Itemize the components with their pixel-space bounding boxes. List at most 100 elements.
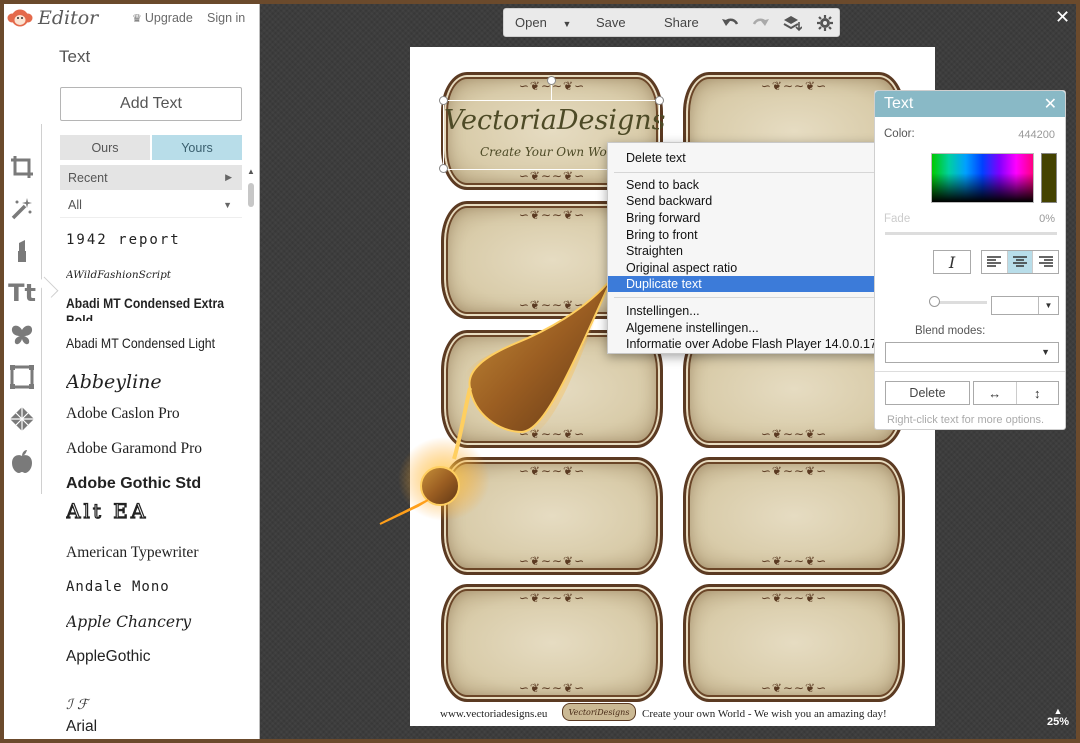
font-item[interactable]: Apple Chancery: [66, 613, 191, 631]
font-item[interactable]: Abadi MT Condensed Extra Bold: [66, 295, 224, 321]
crop-icon: [11, 156, 33, 178]
text-tool[interactable]: Tt: [7, 278, 37, 308]
font-source-tabs: Ours Yours: [60, 135, 242, 160]
undo-icon[interactable]: [720, 14, 740, 32]
layers-icon[interactable]: [782, 14, 802, 32]
rotate-handle[interactable]: [547, 76, 556, 85]
fade-label: Fade: [884, 213, 911, 225]
font-item[interactable]: American Typewriter: [66, 544, 198, 562]
zoom-control[interactable]: ▲ 25%: [1042, 706, 1074, 728]
frame-tool[interactable]: [7, 362, 37, 392]
ornament-icon: ∽❦∼∼❦∽: [760, 464, 828, 478]
logo-text[interactable]: Editor: [38, 7, 98, 29]
font-item[interactable]: Abadi MT Condensed Light: [66, 335, 215, 351]
font-item[interactable]: Arial: [66, 718, 97, 736]
recent-dropdown[interactable]: Recent ▶: [60, 165, 242, 190]
theme-tool[interactable]: [7, 446, 37, 476]
magic-tool[interactable]: [7, 194, 37, 224]
font-filter-select[interactable]: All ▼: [60, 193, 242, 218]
ornament-icon: ∽❦∼∼❦∽: [760, 681, 828, 695]
font-item[interactable]: Andale Mono: [66, 579, 170, 595]
monkey-logo-icon[interactable]: [7, 8, 33, 28]
frame-icon: [10, 365, 34, 389]
upgrade-link[interactable]: ♛ Upgrade: [132, 11, 193, 25]
apple-icon: [12, 450, 32, 473]
font-list-scrollbar[interactable]: ▲: [247, 167, 256, 737]
caret-down-icon: ▼: [562, 19, 572, 29]
overlay-tool[interactable]: [7, 320, 37, 350]
align-right-button[interactable]: [1033, 251, 1059, 273]
resize-handle[interactable]: [655, 96, 664, 105]
font-item[interactable]: Alt EA: [66, 498, 148, 523]
font-list: 1942 report AWildFashionScript Abadi MT …: [66, 224, 244, 739]
panel-header[interactable]: Text ✕: [875, 91, 1065, 117]
footer-tagline: Create your own World - We wish you an a…: [642, 708, 887, 720]
label-card[interactable]: ∽❦∼∼❦∽ ∽❦∼∼❦∽: [683, 584, 905, 702]
footer-url: www.vectoriadesigns.eu: [440, 708, 548, 720]
text-icon: Tt: [8, 279, 36, 307]
color-picker[interactable]: [931, 153, 1034, 203]
top-bar: Editor ♛ Upgrade Sign in: [4, 4, 260, 32]
sign-in-link[interactable]: Sign in: [207, 11, 245, 25]
tab-yours[interactable]: Yours: [152, 135, 242, 160]
texture-tool[interactable]: [7, 404, 37, 434]
close-icon[interactable]: ✕: [1044, 94, 1057, 114]
flip-horizontal-icon: ↔: [988, 385, 1002, 401]
text-properties-panel: Text ✕ Color: 444200 Fade 0% I ▼ Blend m…: [874, 90, 1066, 430]
resize-handle[interactable]: [439, 164, 448, 173]
color-label: Color:: [884, 128, 915, 140]
ornament-icon: ∽❦∼∼❦∽: [760, 427, 828, 441]
texture-icon: [10, 407, 34, 431]
crown-icon: ♛: [132, 13, 142, 25]
butterfly-icon: [11, 325, 33, 345]
font-item[interactable]: Abbeyline: [66, 371, 162, 393]
blend-mode-select[interactable]: ▼: [885, 342, 1059, 363]
flip-horizontal-button[interactable]: ↔: [974, 382, 1017, 404]
upgrade-label: Upgrade: [144, 11, 193, 25]
resize-handle[interactable]: [439, 96, 448, 105]
chevron-right-icon: ▶: [225, 172, 232, 182]
crop-tool[interactable]: [7, 152, 37, 182]
font-item[interactable]: AWildFashionScript: [66, 269, 171, 281]
add-text-button[interactable]: Add Text: [60, 87, 242, 121]
italic-button[interactable]: I: [933, 250, 971, 274]
flip-vertical-button[interactable]: ↕: [1017, 382, 1059, 404]
alignment-group: [981, 250, 1059, 274]
ornament-icon: ∽❦∼∼❦∽: [760, 591, 828, 605]
editor-app: Editor ♛ Upgrade Sign in Tt Text Add Tex…: [4, 4, 1076, 739]
label-card[interactable]: ∽❦∼∼❦∽ ∽❦∼∼❦∽: [441, 584, 663, 702]
share-button[interactable]: Share: [664, 15, 699, 30]
font-item[interactable]: AppleGothic: [66, 648, 150, 666]
align-left-button[interactable]: [982, 251, 1008, 273]
delete-text-button[interactable]: Delete: [885, 381, 970, 405]
font-item[interactable]: 1942 report: [66, 232, 181, 248]
scroll-thumb[interactable]: [248, 183, 254, 207]
tab-ours[interactable]: Ours: [60, 135, 150, 160]
font-item[interactable]: Adobe Gothic Std: [66, 475, 201, 493]
label-card[interactable]: ∽❦∼∼❦∽ ∽❦∼∼❦∽: [683, 457, 905, 575]
font-item-partial: ℐ ℱ: [66, 697, 89, 713]
save-button[interactable]: Save: [596, 15, 626, 30]
panel-divider: [875, 371, 1065, 372]
scroll-up-icon[interactable]: ▲: [247, 167, 255, 176]
gear-icon[interactable]: [815, 14, 835, 32]
font-item[interactable]: Adobe Caslon Pro: [66, 405, 180, 423]
redo-icon[interactable]: [751, 14, 771, 32]
touch-up-tool[interactable]: [7, 236, 37, 266]
size-select[interactable]: ▼: [991, 296, 1059, 315]
align-center-button[interactable]: [1007, 251, 1034, 273]
align-left-icon: [987, 256, 1002, 267]
fade-value: 0%: [1039, 213, 1055, 225]
color-hex-value[interactable]: 444200: [1018, 129, 1055, 141]
size-slider-knob[interactable]: [929, 296, 940, 307]
fade-slider[interactable]: [885, 232, 1057, 235]
top-toolbar: Open ▼ Save Share: [503, 8, 840, 37]
decorative-arrow-icon: [379, 277, 613, 525]
open-button[interactable]: Open ▼: [515, 15, 571, 30]
color-swatch[interactable]: [1041, 153, 1057, 203]
close-editor-icon[interactable]: ✕: [1055, 7, 1070, 28]
size-slider-track[interactable]: [935, 301, 987, 304]
sidebar: Editor ♛ Upgrade Sign in Tt Text Add Tex…: [4, 4, 260, 739]
font-item[interactable]: Adobe Garamond Pro: [66, 440, 202, 458]
tool-rail-divider: [41, 124, 42, 494]
